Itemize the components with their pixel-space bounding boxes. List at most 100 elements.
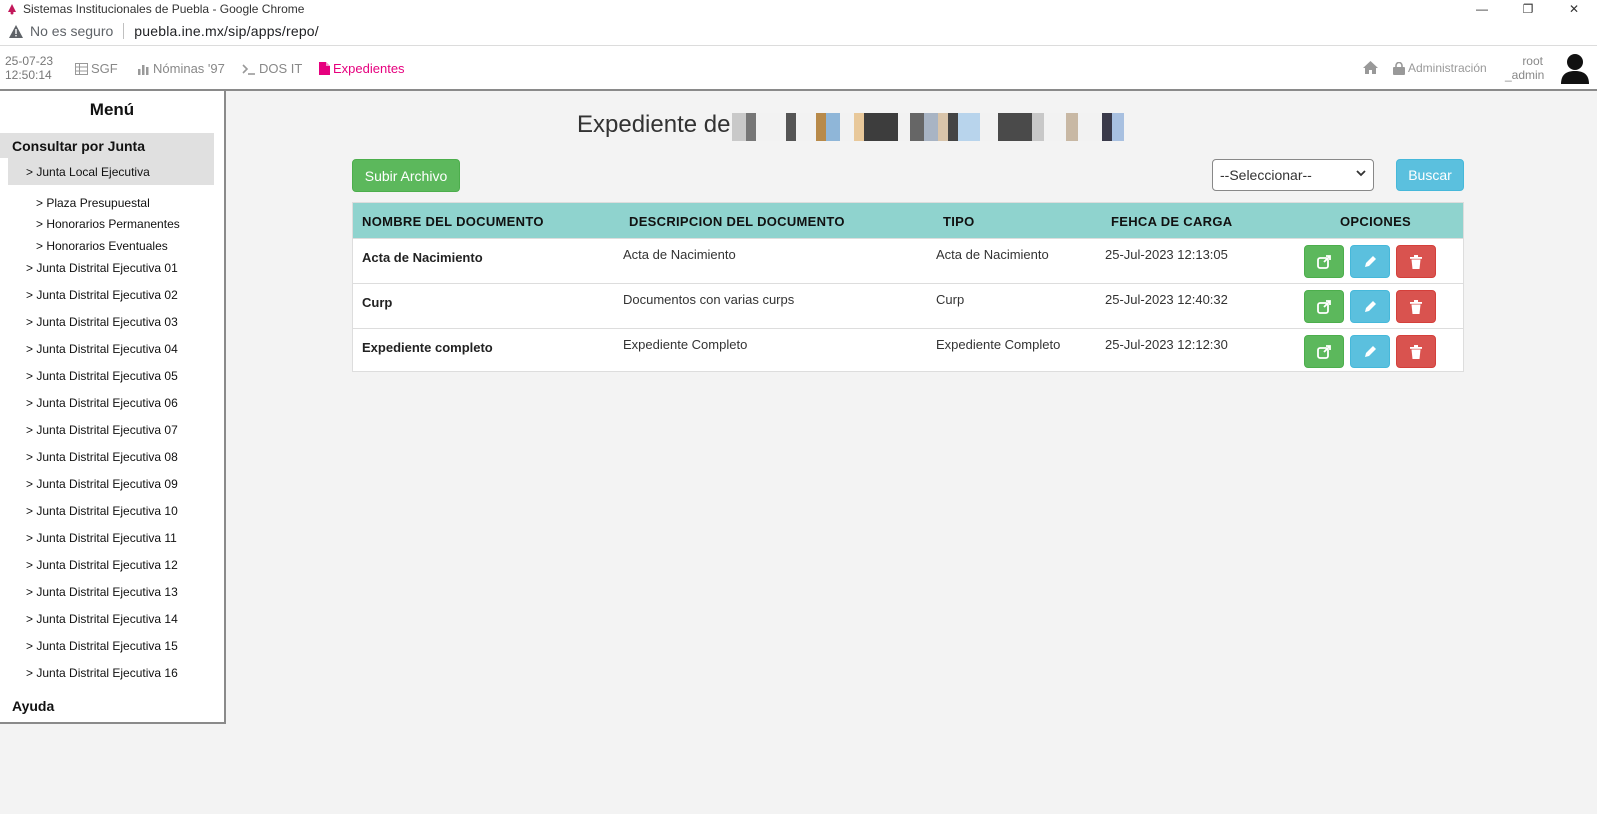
column-header: DESCRIPCION DEL DOCUMENTO: [629, 214, 845, 229]
column-header: FEHCA DE CARGA: [1111, 214, 1233, 229]
file-icon: [319, 62, 330, 75]
sidebar-item-junta-02[interactable]: > Junta Distrital Ejecutiva 02: [26, 288, 178, 302]
lock-icon: [1393, 61, 1405, 75]
user-line1: root: [1522, 54, 1543, 68]
user-name[interactable]: root _admin: [1505, 54, 1545, 82]
page-title: Expediente de: [577, 111, 731, 138]
sidebar-item-plaza-presupuestal[interactable]: > Plaza Presupuestal: [36, 196, 150, 210]
sidebar-item-honorarios-eventuales[interactable]: > Honorarios Eventuales: [36, 239, 168, 253]
sidebar-item-junta-05[interactable]: > Junta Distrital Ejecutiva 05: [26, 369, 178, 383]
delete-button[interactable]: [1396, 290, 1436, 323]
sidebar-item-junta-09[interactable]: > Junta Distrital Ejecutiva 09: [26, 477, 178, 491]
document-type: Curp: [936, 292, 965, 307]
document-name: Acta de Nacimiento: [362, 250, 483, 265]
terminal-icon: [242, 63, 255, 75]
select-value: --Seleccionar--: [1220, 167, 1312, 183]
nav-item-dos-it[interactable]: DOS IT: [242, 61, 302, 76]
date-text: 25-07-23: [5, 54, 54, 68]
external-link-icon: [1317, 254, 1331, 269]
edit-button[interactable]: [1350, 245, 1390, 278]
window-titlebar: Sistemas Institucionales de Puebla - Goo…: [0, 0, 1597, 17]
column-header: OPCIONES: [1340, 214, 1412, 229]
home-icon: [1363, 61, 1378, 74]
top-navbar: 25-07-23 12:50:14 SGF Nóminas '97 DOS IT…: [0, 46, 1597, 91]
section-consultar-por-junta[interactable]: Consultar por Junta: [0, 133, 214, 158]
table-icon: [75, 62, 88, 75]
address-bar: No es seguro puebla.ine.mx/sip/apps/repo…: [0, 17, 1597, 46]
nav-label: Nóminas '97: [153, 61, 225, 76]
sidebar-item-junta-06[interactable]: > Junta Distrital Ejecutiva 06: [26, 396, 178, 410]
open-button[interactable]: [1304, 335, 1344, 368]
sidebar-item-junta-16[interactable]: > Junta Distrital Ejecutiva 16: [26, 666, 178, 680]
window-title: Sistemas Institucionales de Puebla - Goo…: [23, 1, 305, 16]
divider: [123, 23, 125, 39]
sidebar-item-junta-01[interactable]: > Junta Distrital Ejecutiva 01: [26, 261, 178, 275]
menu-title: Menú: [89, 100, 135, 119]
minimize-button[interactable]: —: [1459, 0, 1505, 17]
sidebar-item-junta-local[interactable]: > Junta Local Ejecutiva: [8, 158, 214, 185]
admin-link[interactable]: Administración: [1393, 61, 1487, 75]
sidebar-item-junta-04[interactable]: > Junta Distrital Ejecutiva 04: [26, 342, 178, 356]
table-row: Expediente completo Expediente Completo …: [353, 328, 1463, 373]
trash-icon: [1410, 254, 1422, 269]
security-status[interactable]: No es seguro: [30, 23, 113, 39]
sidebar-item-junta-11[interactable]: > Junta Distrital Ejecutiva 11: [26, 531, 177, 545]
sidebar-item-junta-13[interactable]: > Junta Distrital Ejecutiva 13: [26, 585, 178, 599]
sidebar-item-junta-10[interactable]: > Junta Distrital Ejecutiva 10: [26, 504, 178, 518]
sidebar-item-junta-14[interactable]: > Junta Distrital Ejecutiva 14: [26, 612, 178, 626]
time-text: 12:50:14: [5, 68, 52, 82]
nav-label: Expedientes: [333, 61, 405, 76]
upload-date: 25-Jul-2023 12:40:32: [1105, 292, 1228, 307]
external-link-icon: [1317, 299, 1331, 314]
upload-date: 25-Jul-2023 12:13:05: [1105, 247, 1228, 262]
user-avatar-icon[interactable]: [1559, 52, 1591, 84]
edit-button[interactable]: [1350, 335, 1390, 368]
nav-label: SGF: [91, 61, 118, 76]
upload-date: 25-Jul-2023 12:12:30: [1105, 337, 1228, 352]
url-field[interactable]: puebla.ine.mx/sip/apps/repo/: [134, 23, 319, 39]
document-type: Expediente Completo: [936, 337, 1061, 352]
open-button[interactable]: [1304, 290, 1344, 323]
nav-item-sgf[interactable]: SGF: [75, 61, 118, 76]
user-line2: _admin: [1505, 68, 1545, 82]
trash-icon: [1410, 299, 1422, 314]
delete-button[interactable]: [1396, 335, 1436, 368]
warning-icon[interactable]: [8, 23, 24, 39]
bar-chart-icon: [138, 64, 149, 75]
document-name: Expediente completo: [362, 340, 493, 355]
upload-file-button[interactable]: Subir Archivo: [352, 159, 460, 192]
table-row: Acta de Nacimiento Acta de Nacimiento Ac…: [353, 238, 1463, 283]
document-type: Acta de Nacimiento: [936, 247, 1049, 262]
document-name: Curp: [362, 295, 393, 310]
pencil-icon: [1364, 301, 1376, 312]
sidebar-item-junta-12[interactable]: > Junta Distrital Ejecutiva 12: [26, 558, 178, 572]
pencil-icon: [1364, 256, 1376, 267]
home-link[interactable]: [1363, 61, 1378, 74]
app-icon: [8, 3, 16, 14]
delete-button[interactable]: [1396, 245, 1436, 278]
document-description: Acta de Nacimiento: [623, 247, 736, 262]
nav-item-nominas[interactable]: Nóminas '97: [137, 61, 225, 76]
external-link-icon: [1317, 344, 1331, 359]
sidebar-item-junta-15[interactable]: > Junta Distrital Ejecutiva 15: [26, 639, 178, 653]
nav-label: DOS IT: [259, 61, 303, 76]
sidebar-item-junta-08[interactable]: > Junta Distrital Ejecutiva 08: [26, 450, 178, 464]
filter-select[interactable]: --Seleccionar--: [1212, 159, 1374, 191]
open-button[interactable]: [1304, 245, 1344, 278]
close-button[interactable]: ✕: [1551, 0, 1597, 17]
sidebar-menu: Menú Consultar por Junta > Junta Local E…: [0, 91, 226, 724]
sidebar-item-junta-03[interactable]: > Junta Distrital Ejecutiva 03: [26, 315, 178, 329]
column-header: TIPO: [943, 214, 975, 229]
sidebar-item-ayuda[interactable]: Ayuda: [12, 698, 54, 714]
sidebar-item-junta-07[interactable]: > Junta Distrital Ejecutiva 07: [26, 423, 178, 437]
document-description: Documentos con varias curps: [623, 292, 795, 307]
search-button[interactable]: Buscar: [1396, 159, 1464, 191]
sidebar-item-honorarios-permanentes[interactable]: > Honorarios Permanentes: [36, 217, 180, 231]
restore-button[interactable]: ❐: [1505, 0, 1551, 17]
admin-label: Administración: [1408, 61, 1487, 75]
column-header: NOMBRE DEL DOCUMENTO: [362, 214, 544, 229]
nav-item-expedientes[interactable]: Expedientes: [319, 61, 405, 76]
table-row: Curp Documentos con varias curps Curp 25…: [353, 283, 1463, 328]
edit-button[interactable]: [1350, 290, 1390, 323]
pencil-icon: [1364, 346, 1376, 357]
